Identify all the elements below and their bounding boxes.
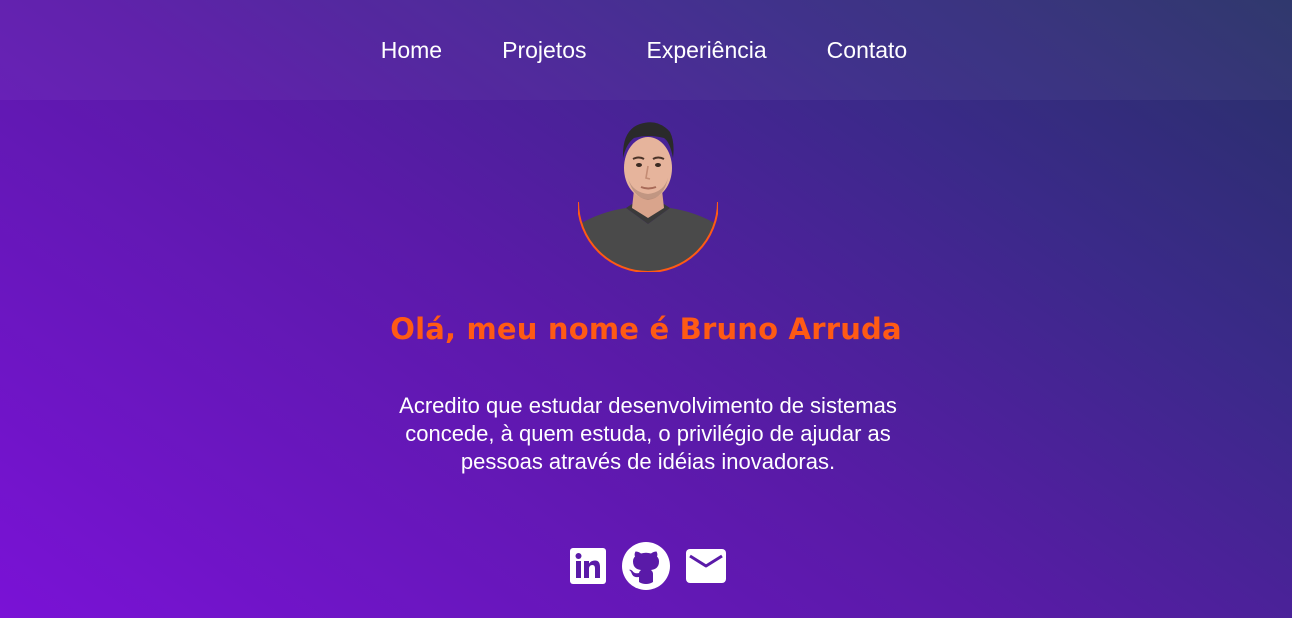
linkedin-icon xyxy=(570,548,606,584)
github-link[interactable] xyxy=(622,542,670,590)
social-links xyxy=(0,542,1292,590)
nav-item-experiencia[interactable]: Experiência xyxy=(646,37,766,64)
nav-item-home[interactable]: Home xyxy=(381,37,442,64)
hero-bio: Acredito que estudar desenvolvimento de … xyxy=(399,393,897,474)
profile-photo xyxy=(578,122,718,272)
github-icon xyxy=(622,542,670,590)
avatar xyxy=(578,116,718,272)
top-nav: Home Projetos Experiência Contato xyxy=(0,0,1292,100)
nav-item-projetos[interactable]: Projetos xyxy=(502,37,586,64)
hero-title: Olá, meu nome é Bruno Arruda xyxy=(390,312,902,346)
mail-icon xyxy=(686,549,726,583)
nav-item-contato[interactable]: Contato xyxy=(827,37,908,64)
linkedin-link[interactable] xyxy=(570,548,606,584)
email-link[interactable] xyxy=(686,549,726,583)
